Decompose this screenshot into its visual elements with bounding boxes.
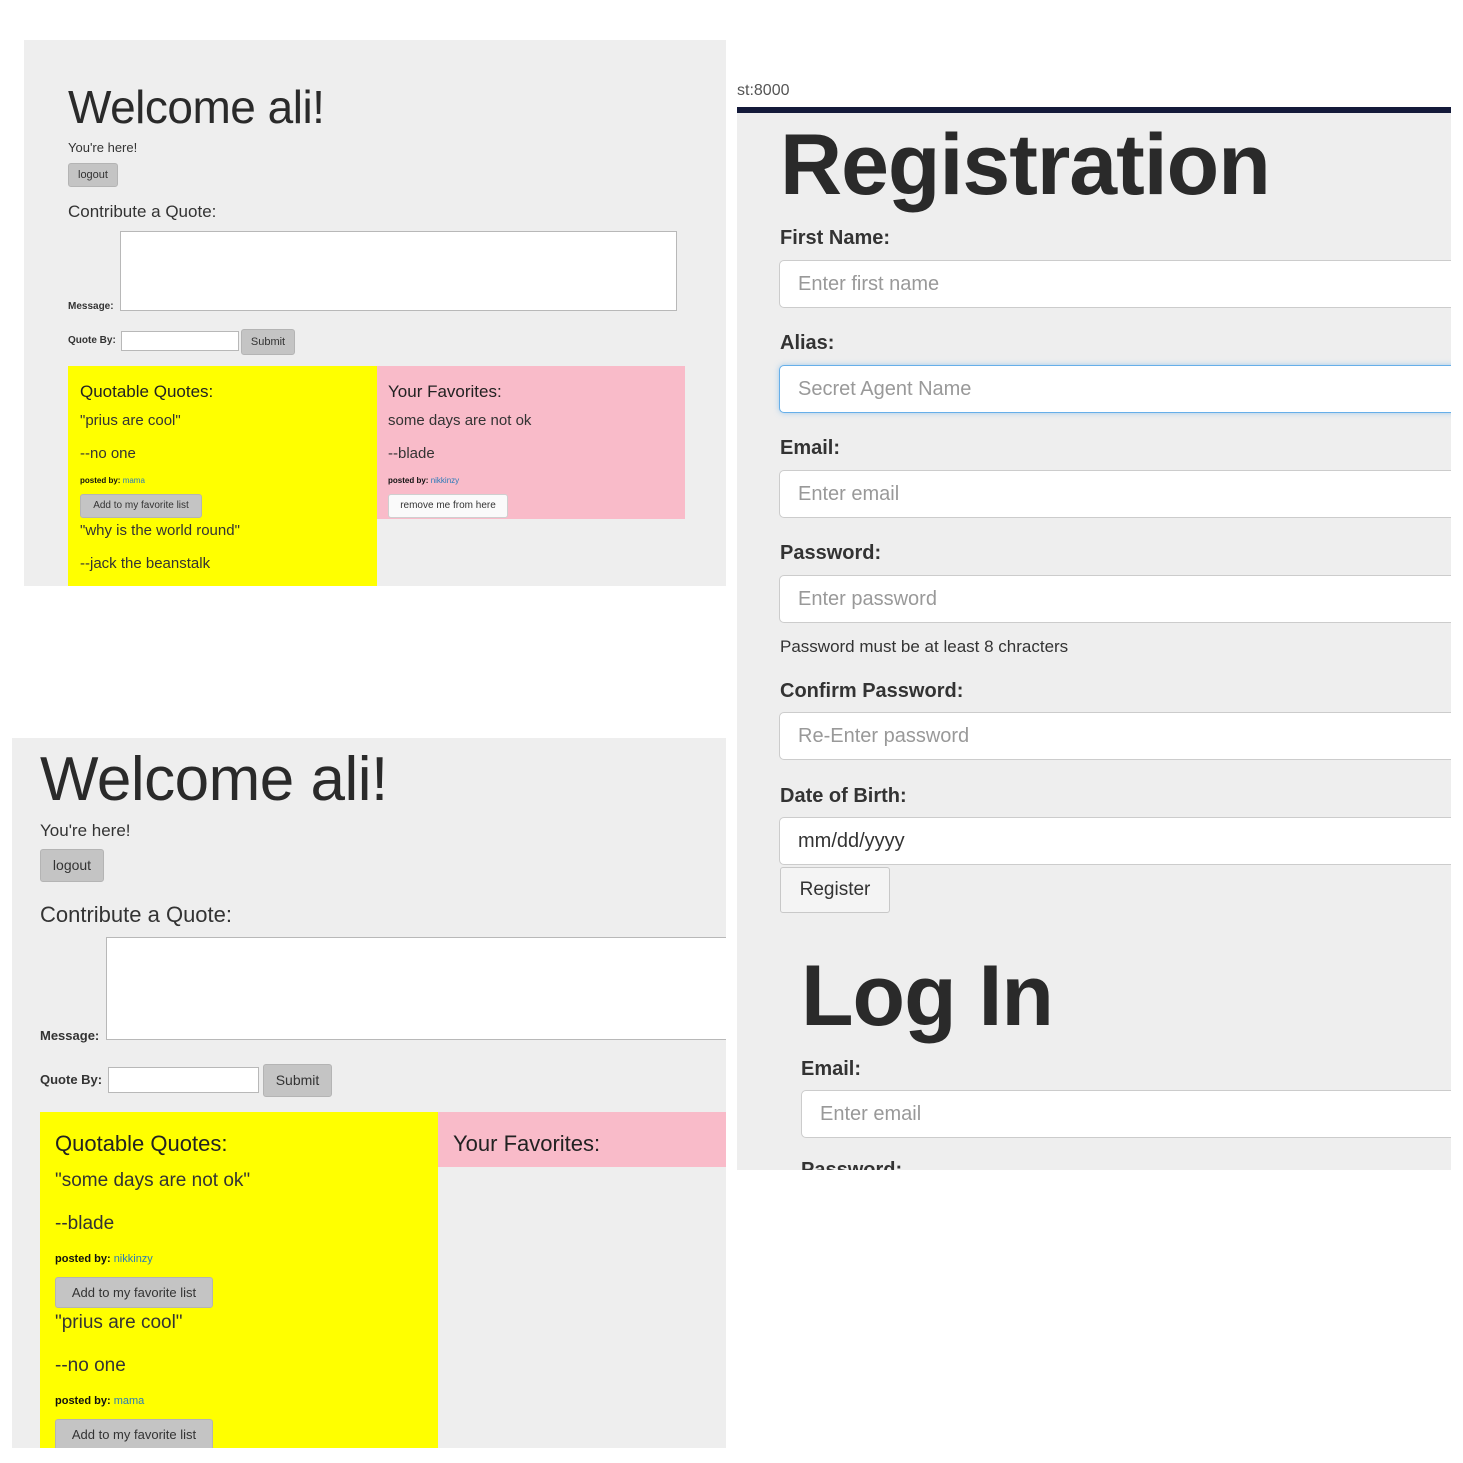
- posted-by-label: posted by:: [80, 476, 121, 485]
- url-fragment: st:8000: [737, 82, 790, 99]
- login-password-label: Password:: [801, 1159, 903, 1170]
- quotable-quotes-section: Quotable Quotes: "some days are not ok" …: [40, 1112, 438, 1448]
- message-label: Message:: [68, 301, 114, 312]
- password-label: Password:: [780, 542, 882, 564]
- posted-by: posted by: nikkinzy: [55, 1253, 153, 1265]
- quotes-page-small: Welcome ali! You're here! logout Contrib…: [24, 40, 726, 586]
- posted-by-user-link[interactable]: mama: [114, 1395, 145, 1407]
- favorites-title: Your Favorites:: [388, 382, 502, 401]
- login-email-label: Email:: [801, 1058, 862, 1080]
- welcome-heading: Welcome ali!: [40, 745, 388, 814]
- message-textarea[interactable]: [106, 937, 726, 1040]
- confirm-password-input[interactable]: Re-Enter password: [779, 712, 1451, 760]
- posted-by: posted by: nikkinzy: [388, 476, 459, 485]
- logout-button[interactable]: logout: [40, 849, 104, 882]
- quote-author: --no one: [55, 1355, 126, 1376]
- add-to-favorites-button[interactable]: Add to my favorite list: [80, 494, 202, 518]
- favorites-title: Your Favorites:: [453, 1131, 601, 1156]
- posted-by: posted by: mama: [55, 1395, 144, 1407]
- quote-text: "prius are cool": [80, 412, 181, 429]
- quote-by-label: Quote By:: [68, 335, 116, 346]
- first-name-input[interactable]: Enter first name: [779, 260, 1451, 308]
- email-label: Email:: [780, 437, 841, 459]
- posted-by: posted by: mama: [80, 476, 145, 485]
- youre-here-text: You're here!: [40, 821, 131, 840]
- quote-text: "some days are not ok": [55, 1170, 251, 1191]
- dob-label: Date of Birth:: [780, 785, 907, 807]
- confirm-password-label: Confirm Password:: [780, 680, 964, 702]
- quotable-quotes-title: Quotable Quotes:: [80, 382, 214, 401]
- alias-label: Alias:: [780, 332, 835, 354]
- youre-here-text: You're here!: [68, 140, 138, 155]
- dob-input[interactable]: mm/dd/yyyy: [779, 817, 1451, 865]
- submit-button[interactable]: Submit: [263, 1064, 332, 1097]
- register-button[interactable]: Register: [780, 867, 890, 913]
- posted-by-label: posted by:: [55, 1253, 111, 1265]
- email-input[interactable]: Enter email: [779, 470, 1451, 518]
- remove-favorite-button[interactable]: remove me from here: [388, 494, 508, 518]
- posted-by-user-link[interactable]: mama: [123, 476, 145, 485]
- contribute-heading: Contribute a Quote:: [40, 902, 233, 927]
- favorite-author: --blade: [388, 445, 435, 462]
- registration-heading: Registration: [780, 117, 1271, 213]
- posted-by-label: posted by:: [55, 1395, 111, 1407]
- login-heading: Log In: [801, 948, 1054, 1044]
- quote-by-input[interactable]: [121, 331, 239, 351]
- password-input[interactable]: Enter password: [779, 575, 1451, 623]
- welcome-heading: Welcome ali!: [68, 81, 325, 133]
- add-to-favorites-button[interactable]: Add to my favorite list: [55, 1419, 213, 1448]
- quote-author: --jack the beanstalk: [80, 555, 211, 572]
- favorites-section: Your Favorites:: [438, 1112, 726, 1167]
- quote-author: --blade: [55, 1213, 115, 1234]
- posted-by-user-link[interactable]: nikkinzy: [114, 1253, 153, 1265]
- contribute-heading: Contribute a Quote:: [68, 202, 217, 221]
- quote-by-input[interactable]: [108, 1067, 259, 1093]
- message-textarea[interactable]: [120, 231, 677, 311]
- quotable-quotes-section: Quotable Quotes: "prius are cool" --no o…: [68, 366, 377, 586]
- add-to-favorites-button[interactable]: Add to my favorite list: [55, 1277, 213, 1308]
- quote-author: --no one: [80, 445, 136, 462]
- quotable-quotes-title: Quotable Quotes:: [55, 1131, 228, 1156]
- favorites-section: Your Favorites: some days are not ok --b…: [377, 366, 685, 519]
- password-hint: Password must be at least 8 chracters: [780, 637, 1069, 656]
- login-email-input[interactable]: Enter email: [801, 1090, 1451, 1138]
- submit-button[interactable]: Submit: [241, 329, 295, 355]
- favorite-text: some days are not ok: [388, 412, 532, 429]
- logout-button[interactable]: logout: [68, 163, 118, 187]
- quote-text: "why is the world round": [80, 522, 240, 539]
- quote-text: "prius are cool": [55, 1312, 183, 1333]
- alias-input[interactable]: Secret Agent Name: [779, 365, 1451, 413]
- registration-page: Registration First Name: Enter first nam…: [737, 113, 1451, 1170]
- message-label: Message:: [40, 1028, 100, 1043]
- quotes-page-large: Welcome ali! You're here! logout Contrib…: [12, 738, 726, 1448]
- posted-by-label: posted by:: [388, 476, 429, 485]
- quote-by-label: Quote By:: [40, 1072, 103, 1087]
- first-name-label: First Name:: [780, 227, 891, 249]
- posted-by-user-link[interactable]: nikkinzy: [431, 476, 459, 485]
